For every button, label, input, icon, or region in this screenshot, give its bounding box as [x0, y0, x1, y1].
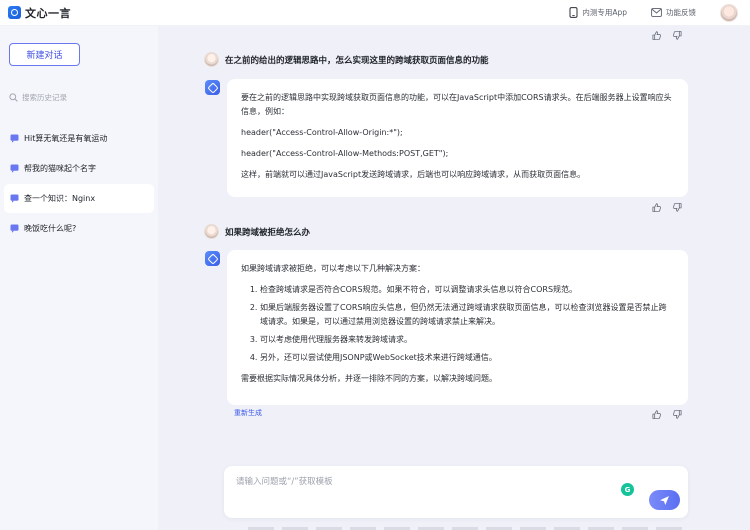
wenxin-logo-icon — [8, 6, 21, 19]
user-avatar-small — [204, 52, 219, 67]
chat-input-box[interactable]: 请输入问题或“/”获取模板 G — [224, 466, 688, 518]
answer-intro: 如果跨域请求被拒绝，可以考虑以下几种解决方案： — [241, 264, 425, 273]
question-text: 在之前的给出的逻辑思路中，怎么实现这里的跨域获取页面信息的功能 — [225, 55, 489, 66]
answer-outro: 需要根据实际情况具体分析，并逐一排除不同的方案，以解决跨域问题。 — [241, 374, 497, 383]
answer-feedback — [652, 203, 682, 212]
bot-avatar-icon — [205, 80, 220, 95]
history-item[interactable]: Hit算无氧还是有氧运动 — [4, 124, 154, 153]
beta-app-label: 内测专用App — [582, 8, 627, 17]
chat-bubble-icon — [10, 224, 19, 233]
history-item-label: Hit算无氧还是有氧运动 — [24, 134, 108, 143]
answer-card: 如果跨域请求被拒绝，可以考虑以下几种解决方案： 检查跨域请求是否符合CORS规范… — [227, 250, 688, 405]
history-item[interactable]: 晚饭吃什么呢? — [4, 214, 154, 243]
beta-app-link[interactable]: 内测专用App — [569, 7, 627, 18]
chat-main: 在之前的给出的逻辑思路中，怎么实现这里的跨域获取页面信息的功能 要在之前的逻辑思… — [158, 26, 750, 530]
history-item-label: 帮我的猫咪起个名字 — [24, 164, 96, 173]
chat-bubble-icon — [10, 134, 19, 143]
user-avatar-small — [204, 224, 219, 239]
answer-paragraph: 要在之前的逻辑思路中实现跨域获取页面信息的功能，可以在JavaScript中添加… — [241, 93, 672, 116]
thumbs-down-icon[interactable] — [673, 410, 682, 419]
thumbs-down-icon[interactable] — [673, 203, 682, 212]
footer-disclaimer — [248, 523, 688, 530]
search-icon — [9, 93, 18, 102]
history-search[interactable]: 搜索历史记录 — [9, 92, 67, 103]
answer-code-line: header("Access-Control-Allow-Origin:*"); — [241, 128, 403, 137]
new-chat-button[interactable]: 新建对话 — [9, 43, 80, 66]
history-item-active[interactable]: 查一个知识：Nginx — [4, 184, 154, 213]
send-icon — [659, 495, 670, 506]
phone-icon — [569, 7, 578, 18]
answer-code-line: header("Access-Control-Allow-Methods:POS… — [241, 149, 449, 158]
answer-paragraph: 这样，前端就可以通过JavaScript发送跨域请求，后端也可以响应跨域请求，从… — [241, 170, 586, 179]
previous-answer-feedback — [652, 31, 682, 40]
answer-feedback — [652, 410, 682, 419]
thumbs-down-icon[interactable] — [673, 31, 682, 40]
brand-logo[interactable]: 文心一言 — [8, 5, 71, 21]
chat-bubble-icon — [10, 164, 19, 173]
thumbs-up-icon[interactable] — [652, 31, 661, 40]
solution-item: 另外，还可以尝试使用JSONP或WebSocket技术来进行跨域通信。 — [260, 351, 672, 365]
thumbs-up-icon[interactable] — [652, 203, 661, 212]
solution-item: 可以考虑使用代理服务器来转发跨域请求。 — [260, 333, 672, 347]
user-question: 在之前的给出的逻辑思路中，怎么实现这里的跨域获取页面信息的功能 — [204, 52, 489, 67]
sidebar: 新建对话 搜索历史记录 Hit算无氧还是有氧运动 帮我的猫咪起个名字 查一个知识… — [0, 26, 158, 530]
user-question: 如果跨域被拒绝怎么办 — [204, 224, 310, 239]
solution-item: 检查跨域请求是否符合CORS规范。如果不符合，可以调整请求头信息以符合CORS规… — [260, 283, 672, 297]
regenerate-button[interactable]: 重新生成 — [234, 408, 262, 418]
history-search-input[interactable]: 搜索历史记录 — [22, 92, 67, 103]
chat-bubble-icon — [10, 194, 19, 203]
grammarly-icon[interactable]: G — [621, 483, 634, 496]
feedback-label: 功能反馈 — [666, 8, 696, 17]
history-list: Hit算无氧还是有氧运动 帮我的猫咪起个名字 查一个知识：Nginx 晚饭吃什么… — [4, 124, 154, 244]
mail-icon — [651, 8, 662, 17]
bot-avatar-icon — [205, 251, 220, 266]
question-text: 如果跨域被拒绝怎么办 — [225, 227, 311, 238]
history-item[interactable]: 帮我的猫咪起个名字 — [4, 154, 154, 183]
chat-input[interactable]: 请输入问题或“/”获取模板 — [236, 475, 333, 487]
top-bar: 文心一言 内测专用App 功能反馈 — [0, 0, 750, 26]
feedback-link[interactable]: 功能反馈 — [651, 7, 696, 18]
brand-name: 文心一言 — [25, 6, 71, 20]
thumbs-up-icon[interactable] — [652, 410, 661, 419]
solution-item: 如果后端服务器设置了CORS响应头信息，但仍然无法通过跨域请求获取页面信息，可以… — [260, 301, 672, 329]
history-item-label: 晚饭吃什么呢? — [24, 224, 77, 233]
user-avatar[interactable] — [720, 3, 738, 22]
top-right-actions: 内测专用App 功能反馈 — [569, 0, 750, 26]
history-item-label: 查一个知识：Nginx — [24, 194, 96, 203]
answer-card: 要在之前的逻辑思路中实现跨域获取页面信息的功能，可以在JavaScript中添加… — [227, 79, 688, 197]
send-button[interactable] — [649, 490, 680, 510]
answer-solution-list: 检查跨域请求是否符合CORS规范。如果不符合，可以调整请求头信息以符合CORS规… — [241, 283, 672, 365]
